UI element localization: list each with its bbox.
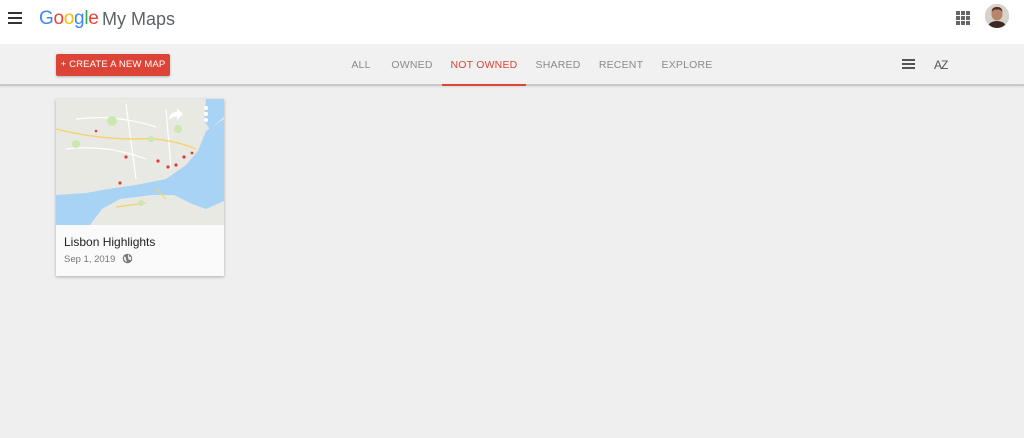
- menu-icon[interactable]: [6, 9, 24, 27]
- tab-not-owned[interactable]: NOT OWNED: [442, 44, 526, 86]
- map-date: Sep 1, 2019: [64, 254, 116, 265]
- tab-shared[interactable]: SHARED: [529, 44, 587, 86]
- sort-az-icon[interactable]: AZ: [934, 58, 948, 72]
- create-new-map-button[interactable]: + CREATE A NEW MAP: [56, 54, 170, 76]
- apps-grid-icon[interactable]: [956, 11, 970, 25]
- list-view-icon[interactable]: [902, 59, 915, 71]
- google-logo[interactable]: Google: [39, 8, 99, 30]
- tab-explore[interactable]: EXPLORE: [656, 44, 718, 86]
- account-avatar[interactable]: [985, 4, 1009, 28]
- share-icon[interactable]: [168, 107, 184, 121]
- tab-owned[interactable]: OWNED: [385, 44, 439, 86]
- globe-icon: [122, 253, 133, 264]
- filter-toolbar: + CREATE A NEW MAP ALL OWNED NOT OWNED S…: [0, 44, 1024, 86]
- map-thumbnail[interactable]: [56, 99, 224, 225]
- more-vert-icon[interactable]: [202, 106, 210, 122]
- map-card[interactable]: Lisbon Highlights Sep 1, 2019: [56, 99, 224, 276]
- map-title[interactable]: Lisbon Highlights: [64, 235, 155, 249]
- tab-all[interactable]: ALL: [340, 44, 382, 86]
- product-name: My Maps: [102, 9, 176, 29]
- tab-recent[interactable]: RECENT: [593, 44, 649, 86]
- top-app-bar: Google My Maps: [0, 0, 1024, 44]
